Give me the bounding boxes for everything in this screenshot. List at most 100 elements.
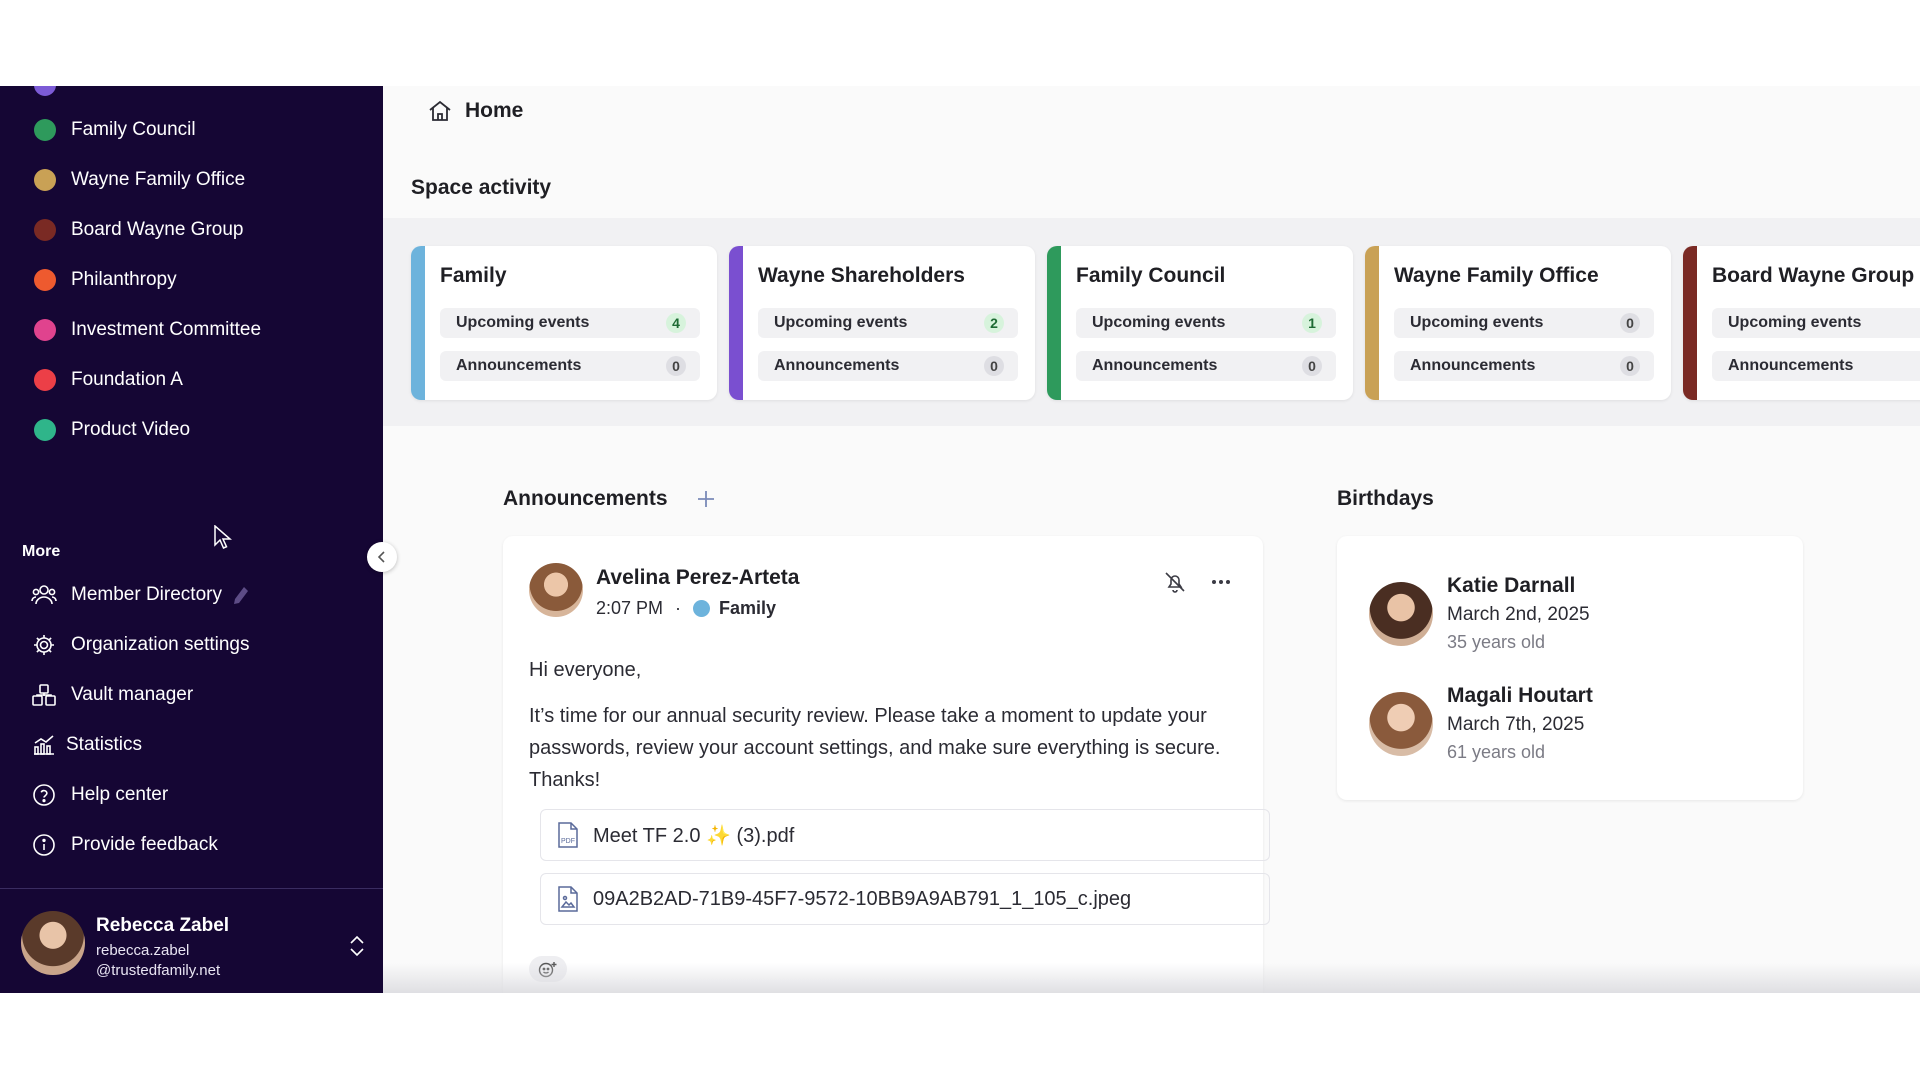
user-email-line2: @trustedfamily.net <box>96 962 221 979</box>
space-card-board-wayne-group[interactable]: Board Wayne Group Upcoming events Announ… <box>1683 246 1920 400</box>
sidebar-item-provide-feedback[interactable]: Provide feedback <box>0 820 383 870</box>
space-list: Family Council Wayne Family Office Board… <box>0 105 383 455</box>
gear-icon <box>31 632 57 658</box>
stat-label: Upcoming events <box>1728 314 1862 331</box>
upcoming-events-stat[interactable]: Upcoming events 1 <box>1076 308 1336 338</box>
avatar <box>1369 582 1433 646</box>
space-label: Wayne Family Office <box>71 169 246 190</box>
page-header: Home <box>383 86 1920 136</box>
birthday-age: 35 years old <box>1447 632 1546 652</box>
sidebar-space-wayne-family-office[interactable]: Wayne Family Office <box>0 155 383 205</box>
avatar <box>529 563 583 617</box>
upcoming-events-stat[interactable]: Upcoming events 0 <box>1394 308 1654 338</box>
space-card-family[interactable]: Family Upcoming events 4 Announcements 0 <box>411 246 717 400</box>
sidebar-item-label: Statistics <box>66 734 143 755</box>
attachment-item[interactable]: PDF Meet TF 2.0 ✨ (3).pdf <box>540 809 1270 861</box>
count-badge: 1 <box>1302 313 1322 333</box>
mouse-cursor-icon <box>214 525 232 549</box>
post-paragraph: It’s time for our annual security review… <box>529 705 1221 791</box>
stat-label: Announcements <box>1092 357 1218 374</box>
upcoming-events-stat[interactable]: Upcoming events <box>1712 308 1920 338</box>
sidebar-item-help-center[interactable]: Help center <box>0 770 383 820</box>
sidebar: Family Council Wayne Family Office Board… <box>0 86 383 993</box>
announcements-stat[interactable]: Announcements 0 <box>440 351 700 381</box>
main-content: Home Space activity Family Upcoming even… <box>383 86 1920 993</box>
space-card-wayne-shareholders[interactable]: Wayne Shareholders Upcoming events 2 Ann… <box>729 246 1035 400</box>
attachment-item[interactable]: 09A2B2AD-71B9-45F7-9572-10BB9A9AB791_1_1… <box>540 873 1270 925</box>
announcements-stat[interactable]: Announcements <box>1712 351 1920 381</box>
birthday-name: Magali Houtart <box>1447 684 1593 707</box>
post-time: 2:07 PM <box>596 598 664 618</box>
birthdays-title: Birthdays <box>1337 487 1434 510</box>
space-color-dot <box>34 269 56 291</box>
bell-off-icon[interactable] <box>1163 570 1187 594</box>
upcoming-events-stat[interactable]: Upcoming events 2 <box>758 308 1018 338</box>
user-profile[interactable]: Rebecca Zabel rebecca.zabel @trustedfami… <box>0 888 383 993</box>
stat-label: Announcements <box>1410 357 1536 374</box>
space-color-dot <box>34 169 56 191</box>
space-color-bar <box>1683 246 1697 400</box>
count-badge: 0 <box>1302 356 1322 376</box>
space-card-title: Family <box>440 264 507 287</box>
space-color-bar <box>1365 246 1379 400</box>
count-badge: 0 <box>666 356 686 376</box>
expand-collapse-icon[interactable] <box>347 934 367 958</box>
post-actions <box>1163 570 1231 594</box>
space-card-title: Board Wayne Group <box>1712 264 1915 287</box>
space-color-dot <box>34 419 56 441</box>
attachment-name: Meet TF 2.0 ✨ (3).pdf <box>593 824 795 847</box>
sidebar-item-member-directory[interactable]: Member Directory <box>0 570 383 620</box>
count-badge: 0 <box>1620 356 1640 376</box>
space-label: Family Council <box>71 119 196 140</box>
avatar <box>1369 692 1433 756</box>
image-file-icon <box>557 885 579 913</box>
members-icon <box>31 582 57 608</box>
collapse-sidebar-button[interactable] <box>367 542 397 572</box>
announcements-title: Announcements <box>503 487 668 510</box>
post-space[interactable]: Family <box>719 598 776 619</box>
space-label: Philanthropy <box>71 269 177 290</box>
sidebar-item-statistics[interactable]: Statistics <box>0 720 383 770</box>
stat-label: Announcements <box>774 357 900 374</box>
birthday-date: March 2nd, 2025 <box>1447 604 1590 625</box>
sidebar-space-philanthropy[interactable]: Philanthropy <box>0 255 383 305</box>
avatar <box>21 911 85 975</box>
post-meta: 2:07 PM · Family <box>596 598 776 619</box>
sidebar-item-label: Vault manager <box>71 684 194 705</box>
vault-icon <box>31 682 57 708</box>
sidebar-item-organization-settings[interactable]: Organization settings <box>0 620 383 670</box>
stat-label: Upcoming events <box>774 314 908 331</box>
announcement-post: Avelina Perez-Arteta 2:07 PM · Family Hi… <box>503 536 1270 993</box>
stat-label: Announcements <box>456 357 582 374</box>
sidebar-space-board-wayne-group[interactable]: Board Wayne Group <box>0 205 383 255</box>
more-options-icon[interactable] <box>1211 579 1231 585</box>
space-activity-title: Space activity <box>411 176 552 199</box>
space-card-wayne-family-office[interactable]: Wayne Family Office Upcoming events 0 An… <box>1365 246 1671 400</box>
sparkle-icon <box>233 587 248 604</box>
upcoming-events-stat[interactable]: Upcoming events 4 <box>440 308 700 338</box>
space-color-dot <box>34 319 56 341</box>
space-card-family-council[interactable]: Family Council Upcoming events 1 Announc… <box>1047 246 1353 400</box>
space-label: Board Wayne Group <box>71 219 244 240</box>
info-icon <box>31 832 57 858</box>
space-card-title: Wayne Family Office <box>1394 264 1599 287</box>
birthday-name: Katie Darnall <box>1447 574 1576 597</box>
add-announcement-icon[interactable] <box>696 489 716 509</box>
space-color-dot <box>34 369 56 391</box>
sidebar-item-label: Provide feedback <box>71 834 218 855</box>
sidebar-space-foundation-a[interactable]: Foundation A <box>0 355 383 405</box>
sidebar-space-investment-committee[interactable]: Investment Committee <box>0 305 383 355</box>
space-label: Foundation A <box>71 369 183 390</box>
birthday-age: 61 years old <box>1447 742 1546 762</box>
announcements-stat[interactable]: Announcements 0 <box>1076 351 1336 381</box>
post-author[interactable]: Avelina Perez-Arteta <box>596 566 799 590</box>
sidebar-item-vault-manager[interactable]: Vault manager <box>0 670 383 720</box>
sidebar-item-label: Organization settings <box>71 634 250 655</box>
sidebar-space-family-council[interactable]: Family Council <box>0 105 383 155</box>
scroll-fade <box>383 963 1920 993</box>
space-color-bar <box>411 246 425 400</box>
sidebar-space-product-video[interactable]: Product Video <box>0 405 383 455</box>
app-window: Family Council Wayne Family Office Board… <box>0 86 1920 993</box>
announcements-stat[interactable]: Announcements 0 <box>758 351 1018 381</box>
announcements-stat[interactable]: Announcements 0 <box>1394 351 1654 381</box>
